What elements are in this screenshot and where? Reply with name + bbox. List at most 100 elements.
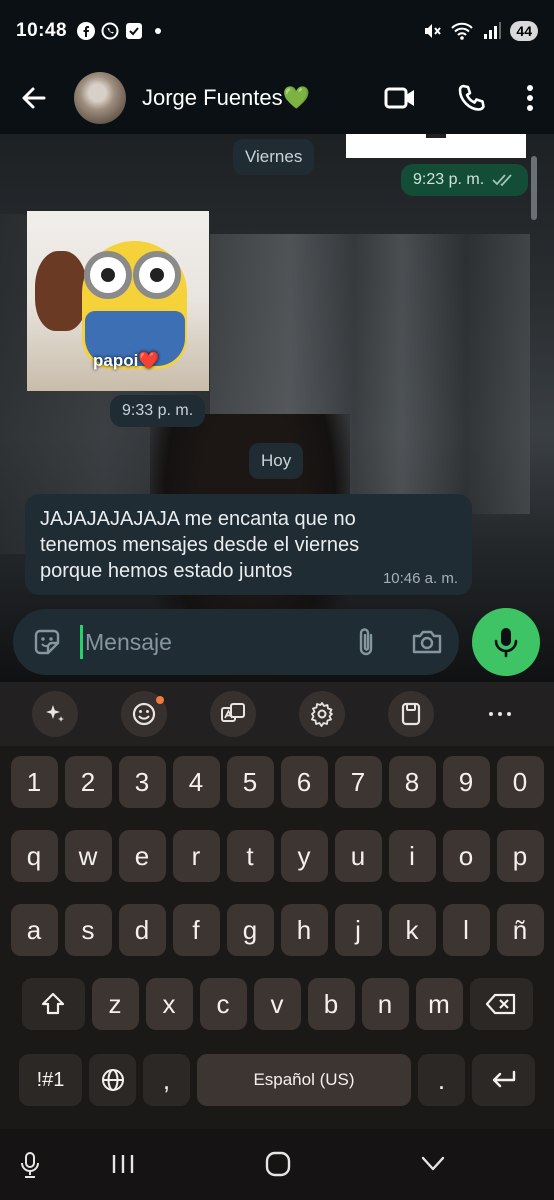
clipboard-button[interactable] [387, 691, 434, 737]
key-k[interactable]: k [388, 904, 436, 956]
key-5[interactable]: 5 [226, 756, 274, 808]
text-caret [80, 625, 83, 659]
shift-key[interactable] [21, 978, 85, 1030]
key-m[interactable]: m [415, 978, 463, 1030]
camera-icon [412, 630, 442, 654]
key-a[interactable]: a [10, 904, 58, 956]
arrow-left-icon [22, 87, 46, 109]
wifi-icon [451, 22, 474, 40]
keyboard-row-numbers: 1 2 3 4 5 6 7 8 9 0 [0, 756, 554, 808]
keyboard-row-a: a s d f g h j k l ñ [0, 904, 554, 956]
key-t[interactable]: t [226, 830, 274, 882]
key-e[interactable]: e [118, 830, 166, 882]
key-l[interactable]: l [442, 904, 490, 956]
sticker-goggle-left [84, 251, 132, 299]
key-y[interactable]: y [280, 830, 328, 882]
key-1[interactable]: 1 [10, 756, 58, 808]
home-button[interactable] [265, 1151, 291, 1182]
backspace-key[interactable] [469, 978, 533, 1030]
navigation-bar [0, 1129, 554, 1200]
key-h[interactable]: h [280, 904, 328, 956]
keyboard-row-bottom: !#1 , Español (US) . [0, 1054, 554, 1106]
hide-keyboard-button[interactable] [420, 1155, 446, 1178]
key-9[interactable]: 9 [442, 756, 490, 808]
key-f[interactable]: f [172, 904, 220, 956]
status-time: 10:48 [16, 20, 68, 41]
voice-call-icon[interactable] [456, 83, 486, 113]
key-3[interactable]: 3 [118, 756, 166, 808]
emoji-button[interactable] [120, 691, 167, 737]
keyboard-settings-button[interactable] [298, 691, 345, 737]
sticker-caption-text: papoi [93, 351, 139, 370]
video-call-icon[interactable] [384, 84, 416, 112]
key-6[interactable]: 6 [280, 756, 328, 808]
double-check-icon [492, 174, 512, 187]
translate-button[interactable] [209, 691, 256, 737]
key-r[interactable]: r [172, 830, 220, 882]
key-2[interactable]: 2 [64, 756, 112, 808]
clipboard-icon [401, 702, 420, 726]
shift-icon [41, 992, 65, 1015]
keyboard-row-q: q w e r t y u i o p [0, 830, 554, 882]
key-v[interactable]: v [253, 978, 301, 1030]
key-c[interactable]: c [199, 978, 247, 1030]
key-n[interactable]: n [361, 978, 409, 1030]
comma-key[interactable]: , [143, 1054, 190, 1106]
space-key[interactable]: Español (US) [197, 1054, 411, 1106]
home-icon [265, 1151, 291, 1177]
chat-area[interactable]: Viernes 9:23 p. m. papoi❤️ 9:33 p. m. Ho… [0, 134, 554, 682]
contact-name-text: Jorge Fuentes [142, 85, 283, 110]
more-options-icon[interactable] [526, 84, 534, 112]
enter-key[interactable] [472, 1054, 535, 1106]
key-enye[interactable]: ñ [496, 904, 544, 956]
ai-tools-button[interactable] [31, 691, 78, 737]
camera-button[interactable] [411, 626, 443, 658]
back-button[interactable] [14, 78, 54, 118]
new-badge-dot [155, 696, 164, 704]
key-z[interactable]: z [91, 978, 139, 1030]
period-key[interactable]: . [418, 1054, 465, 1106]
contact-avatar[interactable] [74, 72, 126, 124]
key-7[interactable]: 7 [334, 756, 382, 808]
key-j[interactable]: j [334, 904, 382, 956]
key-g[interactable]: g [226, 904, 274, 956]
key-4[interactable]: 4 [172, 756, 220, 808]
keyboard-row-z: z x c v b n m [0, 978, 554, 1030]
incoming-message-bubble[interactable]: JAJAJAJAJAJA me encanta que no tenemos m… [25, 494, 472, 595]
signal-icon [484, 22, 502, 39]
message-input[interactable] [85, 628, 305, 656]
sticker-caption: papoi❤️ [93, 351, 160, 371]
key-u[interactable]: u [334, 830, 382, 882]
attach-button[interactable] [351, 626, 383, 658]
sticker-message[interactable]: papoi❤️ [27, 211, 209, 391]
outgoing-time-chip: 9:23 p. m. [401, 164, 529, 196]
recent-apps-button[interactable] [111, 1153, 135, 1180]
key-q[interactable]: q [10, 830, 58, 882]
backspace-icon [485, 993, 516, 1015]
key-w[interactable]: w [64, 830, 112, 882]
whatsapp-icon [101, 22, 119, 40]
outgoing-image-partial[interactable] [346, 134, 526, 158]
key-o[interactable]: o [442, 830, 490, 882]
symbols-key[interactable]: !#1 [19, 1054, 82, 1106]
key-b[interactable]: b [307, 978, 355, 1030]
key-x[interactable]: x [145, 978, 193, 1030]
key-d[interactable]: d [118, 904, 166, 956]
key-s[interactable]: s [64, 904, 112, 956]
chat-scrollbar[interactable] [531, 156, 537, 220]
key-p[interactable]: p [496, 830, 544, 882]
key-i[interactable]: i [388, 830, 436, 882]
sticker-time-chip: 9:33 p. m. [110, 395, 206, 427]
smiley-icon [132, 702, 155, 726]
incoming-message-time: 10:46 a. m. [382, 570, 458, 587]
contact-emoji: 💚 [282, 85, 311, 110]
voice-message-button[interactable] [472, 608, 540, 676]
language-key[interactable] [89, 1054, 136, 1106]
sticker-button[interactable] [31, 626, 63, 658]
contact-name[interactable]: Jorge Fuentes💚 [142, 85, 310, 111]
key-8[interactable]: 8 [388, 756, 436, 808]
gear-icon [310, 702, 333, 727]
voice-input-button[interactable] [18, 1151, 42, 1184]
more-toolbar-button[interactable] [477, 691, 523, 737]
key-0[interactable]: 0 [496, 756, 544, 808]
